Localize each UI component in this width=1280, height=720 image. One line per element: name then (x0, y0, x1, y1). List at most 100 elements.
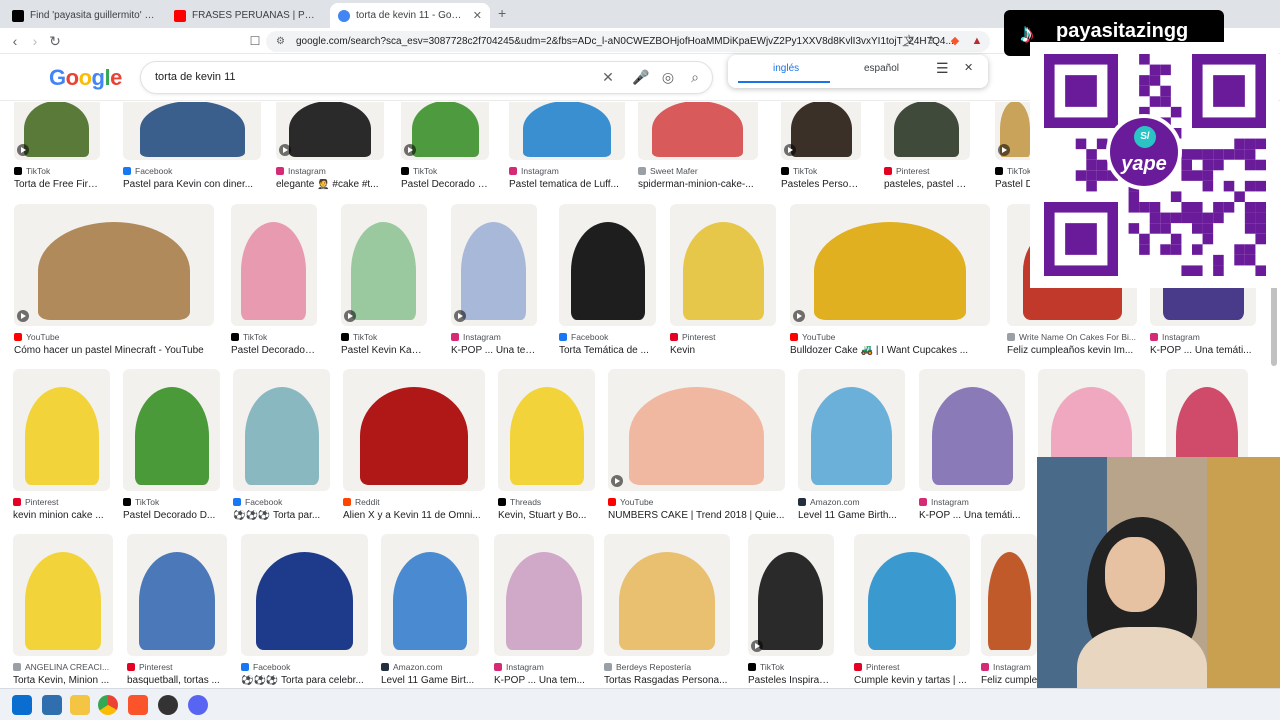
image-result[interactable]: TikTok Pastel Kevin Kaarl:... (341, 204, 427, 370)
result-thumbnail[interactable] (127, 534, 227, 656)
result-source[interactable]: Pinterest (670, 332, 796, 342)
result-source[interactable]: Threads (498, 497, 615, 507)
result-thumbnail[interactable] (14, 204, 214, 326)
result-thumbnail[interactable] (498, 369, 595, 491)
result-thumbnail[interactable] (123, 369, 220, 491)
result-source[interactable]: Instagram (919, 497, 1045, 507)
result-source[interactable]: TikTok (231, 332, 337, 342)
result-source[interactable]: Pinterest (127, 662, 247, 672)
result-title[interactable]: Level 11 Game Birth... (798, 510, 905, 521)
image-result[interactable]: Amazon.com Level 11 Game Birt... (381, 534, 479, 688)
microphone-icon[interactable]: 🎤 (632, 69, 650, 86)
image-result[interactable]: ANGELINA CREACI... Torta Kevin, Minion ..… (13, 534, 113, 688)
result-thumbnail[interactable] (451, 204, 537, 326)
image-result[interactable]: Pinterest pasteles, pastel cu... (884, 102, 970, 204)
result-title[interactable]: K-POP ... Una temáti... (919, 510, 1025, 521)
image-result[interactable]: TikTok Pastel D... (995, 102, 1041, 204)
image-result[interactable]: Pinterest Kevin (670, 204, 776, 370)
result-source[interactable]: Facebook (123, 166, 281, 176)
clear-search-icon[interactable]: ✕ (599, 69, 617, 86)
result-source[interactable]: Instagram (1150, 332, 1276, 342)
share-icon[interactable]: ⇪ (922, 32, 940, 50)
translate-menu-icon[interactable]: ☰ (936, 60, 949, 77)
tab-tiktok[interactable]: Find 'payasita guillermito' on TikTok | … (4, 3, 164, 28)
result-source[interactable]: Pinterest (884, 166, 990, 176)
result-title[interactable]: Level 11 Game Birt... (381, 675, 479, 686)
result-thumbnail[interactable] (401, 102, 489, 160)
image-result[interactable]: Reddit Alien X y a Kevin 11 de Omni... (343, 369, 485, 535)
lang-spanish-tab[interactable]: español (864, 63, 899, 74)
result-source[interactable]: Pinterest (854, 662, 990, 672)
result-thumbnail[interactable] (343, 369, 485, 491)
image-result[interactable]: Pinterest basquetball, tortas ... (127, 534, 227, 688)
result-source[interactable]: Facebook (559, 332, 676, 342)
result-title[interactable]: ⚽⚽⚽ Torta par... (233, 510, 330, 521)
result-thumbnail[interactable] (854, 534, 970, 656)
image-result[interactable]: Instagram K-POP ... Una temáti... (919, 369, 1025, 535)
result-title[interactable]: NUMBERS CAKE | Trend 2018 | Quie... (608, 510, 785, 521)
result-source[interactable]: Pinterest (13, 497, 130, 507)
result-title[interactable]: Torta Temática de ... (559, 345, 656, 356)
result-thumbnail[interactable] (231, 204, 317, 326)
result-thumbnail[interactable] (14, 102, 100, 160)
result-thumbnail[interactable] (604, 534, 730, 656)
image-result[interactable]: TikTok Pastel Decorado D... (401, 102, 489, 204)
image-result[interactable]: Sweet Mafer spiderman-minion-cake-... (638, 102, 758, 204)
result-thumbnail[interactable] (494, 534, 594, 656)
image-result[interactable]: YouTube Bulldozer Cake 🚜 | I Want Cupcake… (790, 204, 990, 370)
image-result[interactable]: YouTube Cómo hacer un pastel Minecraft - … (14, 204, 214, 370)
result-source[interactable]: TikTok (748, 662, 854, 672)
result-thumbnail[interactable] (781, 102, 861, 160)
result-title[interactable]: basquetball, tortas ... (127, 675, 227, 686)
image-result[interactable]: YouTube NUMBERS CAKE | Trend 2018 | Quie.… (608, 369, 785, 535)
result-title[interactable]: Pastel tematica de Luff... (509, 179, 625, 190)
image-result[interactable]: TikTok Pasteles Personali... (781, 102, 861, 204)
result-source[interactable]: Instagram (509, 166, 645, 176)
result-thumbnail[interactable] (241, 534, 368, 656)
chrome-icon[interactable] (98, 695, 118, 715)
result-title[interactable]: Cumple kevin y tartas | ... (854, 675, 970, 686)
image-result[interactable]: TikTok Pasteles Inspirado... (748, 534, 834, 688)
google-logo[interactable]: Google (49, 65, 122, 91)
result-thumbnail[interactable] (608, 369, 785, 491)
result-title[interactable]: Kevin (670, 345, 776, 356)
result-title[interactable]: Torta de Free Fire:... (14, 179, 100, 190)
image-result[interactable]: TikTok Pastel Decorado D... (123, 369, 220, 535)
result-title[interactable]: Alien X y a Kevin 11 de Omni... (343, 510, 485, 521)
result-source[interactable]: Instagram (494, 662, 614, 672)
result-source[interactable]: Facebook (241, 662, 388, 672)
result-title[interactable]: Cómo hacer un pastel Minecraft - YouTube (14, 345, 214, 356)
site-info-icon[interactable]: ⚙ (276, 31, 285, 52)
file-explorer-icon[interactable] (70, 695, 90, 715)
result-thumbnail[interactable] (276, 102, 384, 160)
result-source[interactable]: YouTube (608, 497, 805, 507)
result-title[interactable]: Pastel Decorado D... (123, 510, 220, 521)
image-result[interactable]: Instagram K-POP ... Una tem... (451, 204, 537, 370)
image-result[interactable]: Facebook ⚽⚽⚽ Torta par... (233, 369, 330, 535)
result-thumbnail[interactable] (233, 369, 330, 491)
result-title[interactable]: Pastel Decorado D... (231, 345, 317, 356)
image-result[interactable]: Threads Kevin, Stuart y Bo... (498, 369, 595, 535)
image-result[interactable]: TikTok Pastel Decorado D... (231, 204, 317, 370)
lang-english-tab[interactable]: inglés (773, 63, 799, 74)
result-thumbnail[interactable] (13, 534, 113, 656)
image-result[interactable]: Berdeys Repostería Tortas Rasgadas Person… (604, 534, 730, 688)
result-thumbnail[interactable] (341, 204, 427, 326)
obs-icon[interactable] (158, 695, 178, 715)
result-thumbnail[interactable] (670, 204, 776, 326)
result-title[interactable]: spiderman-minion-cake-... (638, 179, 758, 190)
tab-google-search[interactable]: torta de kevin 11 - Google Search ✕ (330, 3, 490, 28)
bookmark-icon[interactable]: ☐ (246, 32, 264, 50)
result-title[interactable]: Pasteles Inspirado... (748, 675, 834, 686)
result-source[interactable]: Write Name On Cakes For Bi... (1007, 332, 1157, 342)
result-title[interactable]: kevin minion cake ... (13, 510, 110, 521)
image-result[interactable]: Instagram K-POP ... Una tem... (494, 534, 594, 688)
image-result[interactable]: Amazon.com Level 11 Game Birth... (798, 369, 905, 535)
result-source[interactable]: Instagram (276, 166, 404, 176)
result-source[interactable]: Instagram (451, 332, 557, 342)
image-result[interactable]: Instagram Pastel tematica de Luff... (509, 102, 625, 204)
close-tab-icon[interactable]: ✕ (467, 9, 482, 22)
result-thumbnail[interactable] (559, 204, 656, 326)
search-input[interactable]: torta de kevin 11 (155, 71, 236, 83)
image-result[interactable]: Instagram Feliz cumple... (981, 534, 1045, 688)
